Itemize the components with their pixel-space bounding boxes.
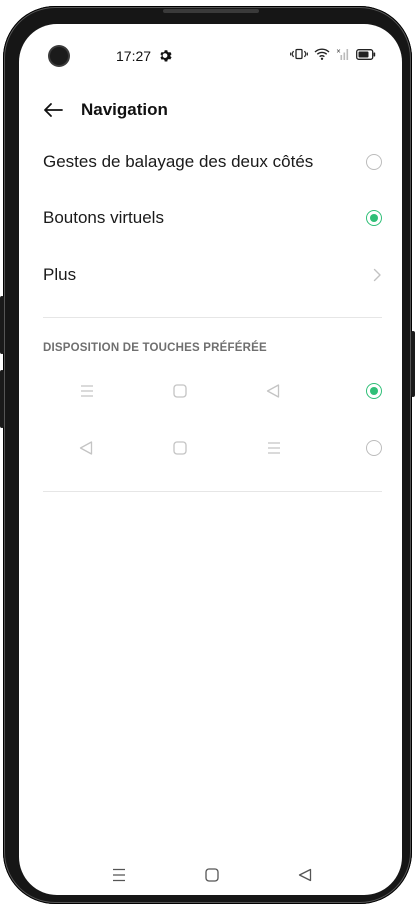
radio-button[interactable] bbox=[366, 154, 382, 170]
radio-button[interactable] bbox=[366, 440, 382, 456]
back-triangle-icon bbox=[79, 441, 93, 455]
volume-button bbox=[0, 296, 4, 354]
divider bbox=[43, 317, 382, 318]
screen: 17:27 × Navigation Gestes de balayage de… bbox=[19, 24, 402, 895]
option-more[interactable]: Plus bbox=[43, 261, 382, 289]
back-triangle-icon bbox=[266, 384, 280, 398]
menu-icon bbox=[268, 442, 280, 454]
wifi-icon bbox=[314, 48, 330, 60]
app-header: Navigation bbox=[43, 98, 168, 122]
option-swipe-gestures[interactable]: Gestes de balayage des deux côtés bbox=[43, 148, 382, 176]
option-label: Plus bbox=[43, 265, 77, 284]
gear-icon bbox=[160, 50, 172, 62]
radio-button-selected[interactable] bbox=[366, 210, 382, 226]
chevron-right-icon bbox=[373, 268, 381, 282]
system-nav-bar bbox=[19, 863, 402, 887]
divider bbox=[43, 491, 382, 492]
menu-icon[interactable] bbox=[111, 867, 127, 883]
camera-hole bbox=[50, 47, 68, 65]
signal-icon: × bbox=[336, 48, 349, 60]
page-title: Navigation bbox=[81, 100, 168, 119]
home-square-icon bbox=[173, 441, 187, 455]
status-time: 17:27 bbox=[116, 48, 152, 64]
phone-frame: 17:27 × Navigation Gestes de balayage de… bbox=[0, 6, 415, 904]
back-triangle-icon[interactable] bbox=[297, 867, 313, 883]
menu-icon bbox=[81, 385, 93, 397]
layout-option-menu-home-back[interactable] bbox=[19, 379, 402, 403]
radio-button-selected[interactable] bbox=[366, 383, 382, 399]
volume-button bbox=[0, 370, 4, 428]
back-arrow-icon[interactable] bbox=[43, 102, 63, 118]
status-icons: × bbox=[290, 48, 376, 60]
vibrate-icon bbox=[290, 48, 308, 60]
option-label: Boutons virtuels bbox=[43, 208, 164, 227]
option-label: Gestes de balayage des deux côtés bbox=[43, 152, 314, 171]
home-square-icon bbox=[173, 384, 187, 398]
battery-icon bbox=[356, 48, 376, 60]
option-virtual-buttons[interactable]: Boutons virtuels bbox=[43, 204, 382, 232]
svg-text:×: × bbox=[336, 48, 341, 55]
section-title: DISPOSITION DE TOUCHES PRÉFÉRÉE bbox=[43, 342, 267, 354]
layout-option-back-home-menu[interactable] bbox=[19, 436, 402, 460]
home-square-icon[interactable] bbox=[204, 867, 220, 883]
status-bar: 17:27 × bbox=[19, 24, 402, 84]
power-button bbox=[411, 331, 415, 397]
